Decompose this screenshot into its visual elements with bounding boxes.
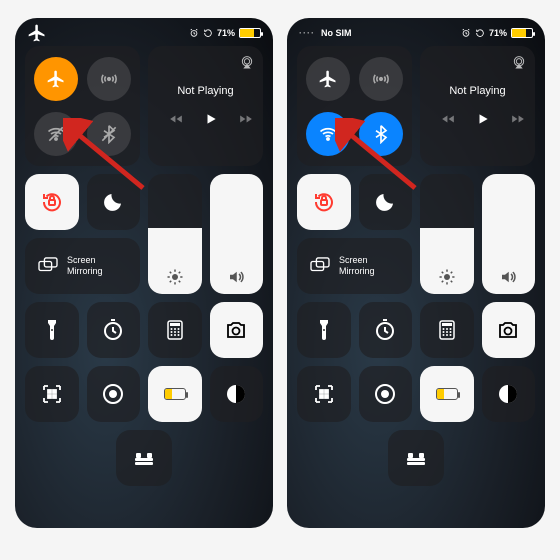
connectivity-group bbox=[297, 46, 412, 166]
rewind-icon[interactable] bbox=[440, 112, 456, 126]
play-icon[interactable] bbox=[476, 111, 490, 127]
timer-button[interactable] bbox=[359, 302, 413, 358]
low-power-mode-button[interactable] bbox=[148, 366, 202, 422]
sleep-mode-button[interactable] bbox=[388, 430, 444, 486]
brightness-icon bbox=[420, 268, 474, 286]
calculator-button[interactable] bbox=[420, 302, 474, 358]
signal-dots-icon: ···· bbox=[299, 28, 315, 38]
bluetooth-toggle[interactable] bbox=[359, 112, 403, 156]
airplane-mode-toggle[interactable] bbox=[34, 57, 78, 101]
screen-record-button[interactable] bbox=[87, 366, 141, 422]
brightness-icon bbox=[148, 268, 202, 286]
volume-slider[interactable] bbox=[482, 174, 536, 294]
dark-mode-button[interactable] bbox=[482, 366, 536, 422]
screen-record-button[interactable] bbox=[359, 366, 413, 422]
camera-button[interactable] bbox=[210, 302, 264, 358]
control-center-panel-right: ···· No SIM 71% Not Play bbox=[287, 18, 545, 528]
screen-mirroring-label: Screen Mirroring bbox=[339, 255, 400, 277]
airplay-icon[interactable] bbox=[511, 54, 527, 70]
control-center-panel-left: 71% Not Playing bbox=[15, 18, 273, 528]
sleep-mode-button[interactable] bbox=[116, 430, 172, 486]
do-not-disturb-button[interactable] bbox=[87, 174, 141, 230]
screen-mirroring-button[interactable]: Screen Mirroring bbox=[297, 238, 412, 294]
now-playing-title: Not Playing bbox=[177, 85, 233, 97]
cellular-data-toggle[interactable] bbox=[87, 57, 131, 101]
volume-icon bbox=[482, 268, 536, 286]
forward-icon[interactable] bbox=[510, 112, 526, 126]
calculator-button[interactable] bbox=[148, 302, 202, 358]
airplay-icon[interactable] bbox=[239, 54, 255, 70]
screen-mirroring-icon bbox=[309, 257, 331, 275]
flashlight-button[interactable] bbox=[297, 302, 351, 358]
carrier-label: No SIM bbox=[321, 28, 352, 38]
flashlight-button[interactable] bbox=[25, 302, 79, 358]
forward-icon[interactable] bbox=[238, 112, 254, 126]
cellular-data-toggle[interactable] bbox=[359, 57, 403, 101]
bluetooth-toggle[interactable] bbox=[87, 112, 131, 156]
volume-slider[interactable] bbox=[210, 174, 264, 294]
battery-icon bbox=[511, 28, 533, 38]
dark-mode-button[interactable] bbox=[210, 366, 264, 422]
timer-button[interactable] bbox=[87, 302, 141, 358]
status-bar: 71% bbox=[15, 18, 273, 44]
play-icon[interactable] bbox=[204, 111, 218, 127]
alarm-icon bbox=[189, 28, 199, 38]
lock-orientation-status-icon bbox=[475, 28, 485, 38]
qr-scanner-button[interactable] bbox=[297, 366, 351, 422]
alarm-icon bbox=[461, 28, 471, 38]
rewind-icon[interactable] bbox=[168, 112, 184, 126]
battery-percent: 71% bbox=[489, 28, 507, 38]
screen-mirroring-icon bbox=[37, 257, 59, 275]
screen-mirroring-button[interactable]: Screen Mirroring bbox=[25, 238, 140, 294]
orientation-lock-button[interactable] bbox=[25, 174, 79, 230]
now-playing-tile[interactable]: Not Playing bbox=[420, 46, 535, 166]
wifi-toggle[interactable] bbox=[306, 112, 350, 156]
airplane-mode-toggle[interactable] bbox=[306, 57, 350, 101]
battery-icon bbox=[239, 28, 261, 38]
brightness-slider[interactable] bbox=[420, 174, 474, 294]
camera-button[interactable] bbox=[482, 302, 536, 358]
wifi-toggle[interactable] bbox=[34, 112, 78, 156]
battery-low-icon bbox=[164, 388, 186, 400]
airplane-status-icon bbox=[27, 23, 47, 43]
orientation-lock-button[interactable] bbox=[297, 174, 351, 230]
status-bar: ···· No SIM 71% bbox=[287, 18, 545, 44]
now-playing-tile[interactable]: Not Playing bbox=[148, 46, 263, 166]
now-playing-title: Not Playing bbox=[449, 85, 505, 97]
qr-scanner-button[interactable] bbox=[25, 366, 79, 422]
battery-low-icon bbox=[436, 388, 458, 400]
do-not-disturb-button[interactable] bbox=[359, 174, 413, 230]
low-power-mode-button[interactable] bbox=[420, 366, 474, 422]
screen-mirroring-label: Screen Mirroring bbox=[67, 255, 128, 277]
connectivity-group bbox=[25, 46, 140, 166]
battery-percent: 71% bbox=[217, 28, 235, 38]
brightness-slider[interactable] bbox=[148, 174, 202, 294]
lock-orientation-status-icon bbox=[203, 28, 213, 38]
volume-icon bbox=[210, 268, 264, 286]
